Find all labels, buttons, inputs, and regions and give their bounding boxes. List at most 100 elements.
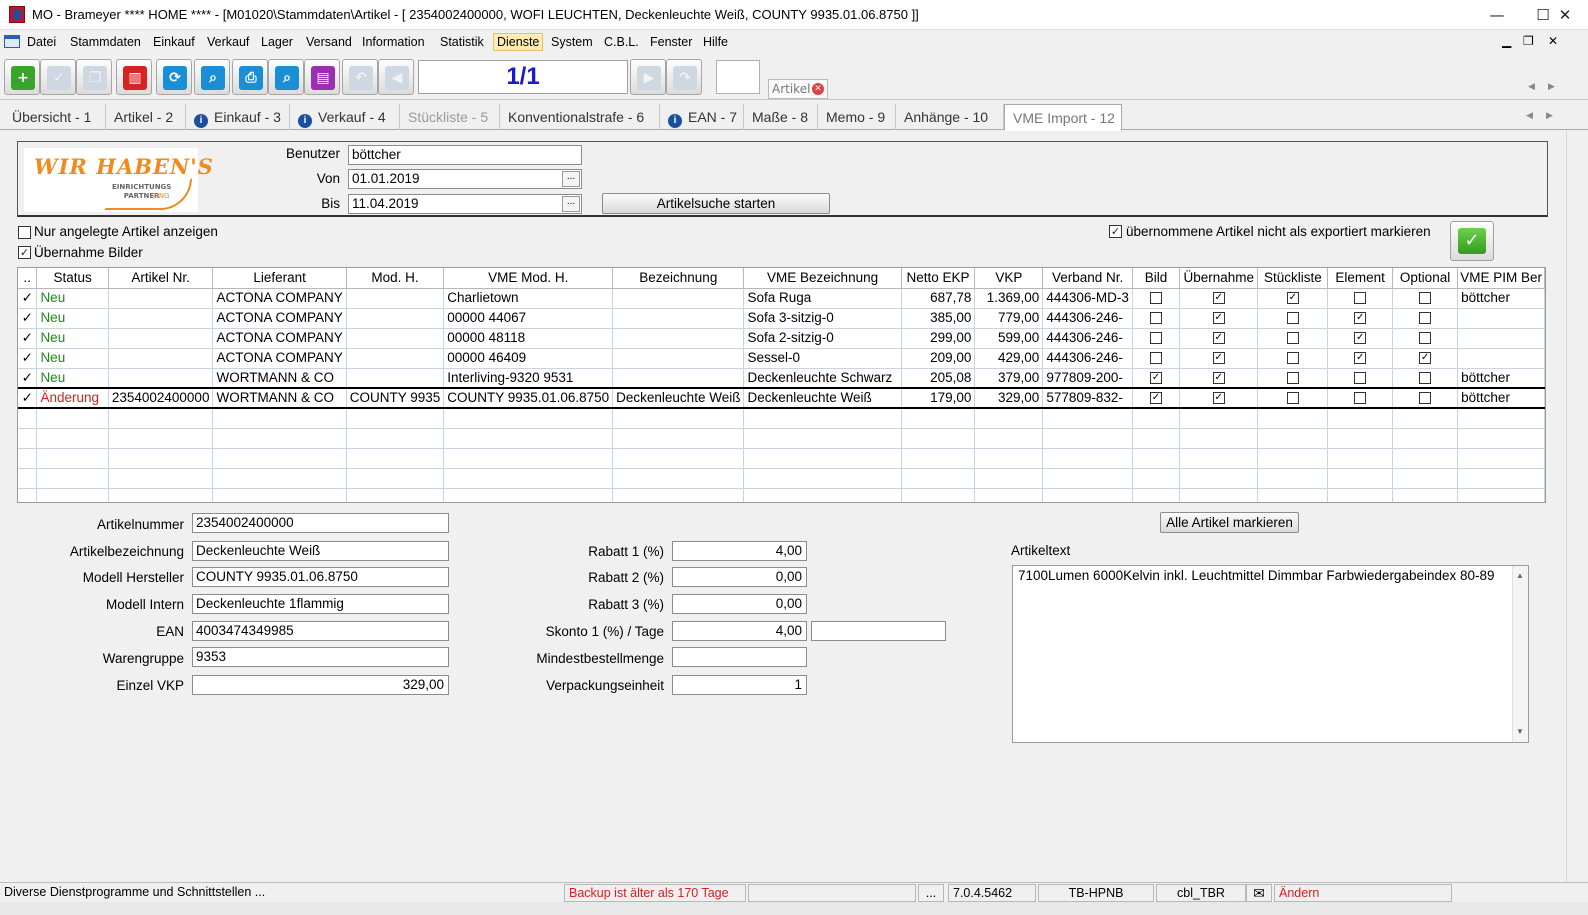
delete-button[interactable]: ▥ (116, 59, 152, 95)
menu-cbl[interactable]: C.B.L. (601, 34, 642, 52)
column-header[interactable]: Lieferant (212, 268, 347, 289)
modell-intern-input[interactable]: Deckenleuchte 1flammig (192, 594, 449, 614)
row-mark-icon[interactable]: ✓ (18, 308, 38, 329)
to-date-picker-button[interactable]: ... (562, 196, 580, 212)
column-header[interactable]: Übernahme (1179, 268, 1259, 289)
toolbar-scroll-right-icon[interactable]: ▶ (1548, 82, 1555, 92)
modell-hersteller-input[interactable]: COUNTY 9935.01.06.8750 (192, 567, 449, 587)
tabs-scroll-right-icon[interactable]: ▶ (1546, 111, 1553, 121)
forward-button[interactable]: ▶ (630, 59, 666, 95)
column-header[interactable]: VME PIM Ber (1457, 268, 1545, 289)
bild-checkbox[interactable]: ✓ (1150, 392, 1162, 405)
new-button[interactable]: + (4, 59, 40, 95)
menu-lager[interactable]: Lager (258, 34, 296, 52)
save-button[interactable]: ✓ (40, 59, 76, 95)
tab-1[interactable]: Übersicht - 1 (4, 104, 106, 130)
element-checkbox[interactable]: ✓ (1354, 312, 1367, 325)
column-header[interactable]: Mod. H. (346, 268, 445, 289)
column-header[interactable]: Status (36, 268, 109, 289)
menu-stammdaten[interactable]: Stammdaten (67, 34, 144, 52)
menu-statistik[interactable]: Statistik (437, 34, 487, 52)
from-date-picker-button[interactable]: ... (562, 171, 580, 187)
artikeltext-scrollbar[interactable]: ▲ ▼ (1512, 566, 1528, 742)
bild-checkbox[interactable] (1150, 352, 1162, 365)
document-icon[interactable] (4, 35, 20, 48)
tabs-scroll-left-icon[interactable]: ◀ (1526, 111, 1533, 121)
toolbar-scroll-left-icon[interactable]: ◀ (1528, 82, 1535, 92)
skonto-days-input[interactable] (811, 621, 946, 641)
uebernahme-checkbox[interactable]: ✓ (1212, 352, 1225, 365)
back-button[interactable]: ◀ (378, 59, 414, 95)
mdi-restore-button[interactable]: ❐ (1523, 34, 1534, 48)
redo-button[interactable]: ↷ (666, 59, 702, 95)
from-date-input[interactable]: 01.01.2019... (348, 169, 582, 189)
rabatt3-input[interactable]: 0,00 (672, 594, 807, 614)
optional-checkbox[interactable]: ✓ (1419, 352, 1432, 365)
mindestbestellmenge-input[interactable] (672, 647, 807, 667)
table-row[interactable]: ✓ Neu ACTONA COMPANY 00000 48118 Sofa 2-sit… (18, 328, 1545, 349)
undo-button[interactable]: ↶ (342, 59, 378, 95)
form-button[interactable]: ▤ (304, 59, 340, 95)
tab-2[interactable]: Artikel - 2 (106, 104, 186, 130)
stueckliste-checkbox[interactable] (1286, 392, 1299, 405)
table-row[interactable]: ✓ Neu ACTONA COMPANY 00000 46409 Sessel-0 20… (18, 348, 1545, 369)
article-search-button[interactable]: Artikelsuche starten (602, 193, 830, 214)
row-mark-icon[interactable]: ✓ (18, 368, 38, 389)
element-checkbox[interactable] (1354, 392, 1367, 405)
menu-fenster[interactable]: Fenster (647, 34, 695, 52)
element-checkbox[interactable] (1354, 292, 1367, 305)
stueckliste-checkbox[interactable] (1286, 352, 1299, 365)
tab-3[interactable]: i Einkauf - 3 (186, 104, 290, 130)
table-row[interactable]: ✓ Neu ACTONA COMPANY 00000 44067 Sofa 3-sit… (18, 308, 1545, 329)
warengruppe-input[interactable]: 9353 (192, 647, 449, 667)
print-button[interactable]: ⎙ (232, 59, 268, 95)
document-tab-artikel[interactable]: Artikel ✕ (768, 79, 828, 99)
search-button[interactable]: ⌕ (194, 59, 230, 95)
only-created-checkbox[interactable] (18, 226, 31, 239)
verpackungseinheit-input[interactable]: 1 (672, 675, 807, 695)
row-mark-icon[interactable]: ✓ (18, 348, 38, 369)
artikelnummer-input[interactable]: 2354002400000 (192, 513, 449, 533)
column-header[interactable]: Artikel Nr. (108, 268, 214, 289)
minimize-button[interactable]: — (1474, 0, 1520, 30)
menu-hilfe[interactable]: Hilfe (700, 34, 731, 52)
bild-checkbox[interactable] (1150, 332, 1162, 345)
table-row[interactable]: ✓ Neu WORTMANN & CO Interliving-9320 9531 De… (18, 368, 1545, 389)
preview-button[interactable]: ⌕ (268, 59, 304, 95)
column-header[interactable]: Optional (1392, 268, 1459, 289)
element-checkbox[interactable]: ✓ (1354, 352, 1367, 365)
column-header[interactable]: VKP (974, 268, 1044, 289)
column-header[interactable]: Verband Nr. (1042, 268, 1133, 289)
refresh-button[interactable]: ⟳ (156, 59, 192, 95)
bild-checkbox[interactable] (1150, 312, 1162, 325)
menu-einkauf[interactable]: Einkauf (150, 34, 198, 52)
menu-information[interactable]: Information (359, 34, 428, 52)
not-exported-checkbox[interactable]: ✓ (1109, 225, 1122, 238)
optional-checkbox[interactable] (1419, 392, 1432, 405)
mdi-minimize-button[interactable]: ▁ (1502, 34, 1511, 48)
tab-9[interactable]: Memo - 9 (818, 104, 896, 130)
artikeltext-textarea[interactable]: 7100Lumen 6000Kelvin inkl. Leuchtmittel … (1012, 565, 1529, 743)
table-row[interactable]: ✓ Änderung 2354002400000 WORTMANN & CO COUNT… (18, 387, 1545, 409)
menu-versand[interactable]: Versand (303, 34, 355, 52)
row-mark-icon[interactable]: ✓ (18, 328, 38, 349)
element-checkbox[interactable]: ✓ (1354, 332, 1367, 345)
tab-10[interactable]: Anhänge - 10 (896, 104, 1004, 130)
menu-datei[interactable]: Datei (24, 34, 59, 52)
tab-5[interactable]: Stückliste - 5 (400, 104, 500, 130)
tab-7[interactable]: i EAN - 7 (660, 104, 744, 130)
tab-8[interactable]: Maße - 8 (744, 104, 818, 130)
einzel-vkp-input[interactable]: 329,00 (192, 675, 449, 695)
rabatt1-input[interactable]: 4,00 (672, 541, 807, 561)
copy-button[interactable]: ❐ (76, 59, 112, 95)
column-header[interactable]: Bild (1132, 268, 1181, 289)
uebernahme-checkbox[interactable]: ✓ (1212, 292, 1225, 305)
close-window-button[interactable]: ✕ (1542, 0, 1588, 30)
uebernahme-checkbox[interactable]: ✓ (1212, 392, 1225, 405)
tab-4[interactable]: i Verkauf - 4 (290, 104, 400, 130)
mdi-close-button[interactable]: ✕ (1548, 34, 1558, 48)
menu-dienste[interactable]: Dienste (493, 33, 544, 51)
mark-all-articles-button[interactable]: Alle Artikel markieren (1160, 512, 1299, 533)
skonto-input[interactable]: 4,00 (672, 621, 807, 641)
tab-11[interactable]: VME Import - 12 (1004, 104, 1122, 131)
